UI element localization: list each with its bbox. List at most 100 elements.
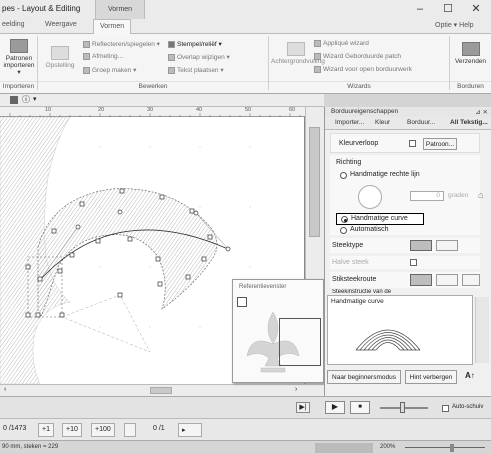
straight-line-label: Handmatige rechte lijn [350, 171, 420, 178]
afmeting-button[interactable]: Afmeting... [83, 53, 123, 60]
groep-button[interactable]: Groep maken ▾ [83, 66, 136, 74]
maximize-button[interactable]: ☐ [434, 2, 462, 16]
title-bar: pes - Layout & Editing Vormen – ☐ ✕ [0, 0, 491, 19]
open-embroidery-wizard-button[interactable]: Wizard voor open borduurwerk [314, 66, 412, 73]
patch-icon [314, 53, 321, 60]
color-step-icon[interactable] [124, 423, 136, 437]
ribbon: Patronen importeren ▾ Importeren Opstell… [0, 34, 491, 94]
angle-dial[interactable] [358, 185, 382, 209]
horizontal-scroll-thumb[interactable] [150, 387, 172, 394]
layout-icon[interactable] [10, 96, 18, 104]
horizontal-ruler: 10 20 30 40 50 60 [0, 107, 305, 117]
tab-weergave[interactable]: Weergave [45, 21, 77, 28]
tab-borduur[interactable]: Borduur... [407, 119, 435, 126]
patch-label: Wizard Geborduurde patch [323, 53, 402, 61]
patronen-importeren-button[interactable]: Patronen importeren ▾ [2, 39, 36, 76]
importeren-group: Patronen importeren ▾ Importeren [0, 36, 38, 90]
verzenden-button[interactable]: Verzenden [452, 42, 489, 65]
stitch-type-satin-button[interactable] [436, 240, 458, 251]
automatic-radio[interactable] [340, 227, 347, 234]
ribbon-tabs: eelding Weergave Vormen Optie ▾ Help [0, 19, 491, 34]
step-plus-1-button[interactable]: +1 [38, 423, 54, 437]
stitch-type-fill-button[interactable] [410, 240, 432, 251]
reference-window-title: Referentievenster [239, 284, 287, 290]
hint-title: Handmatige curve [331, 298, 384, 305]
tab-importer[interactable]: Importer... [335, 119, 364, 126]
wizards-group: Achtergrondvulling Appliqué wizard Wizar… [269, 36, 450, 90]
bewerken-group: Opstelling Reflecteren/spiegelen ▾ Afmet… [38, 36, 269, 90]
gradient-checkbox[interactable] [409, 140, 416, 147]
manual-curve-option[interactable]: Handmatige curve [336, 213, 424, 225]
hide-hint-button[interactable]: Hint verbergen [405, 370, 457, 384]
tab-kleur[interactable]: Kleur [375, 119, 390, 126]
half-stitch-checkbox[interactable] [410, 259, 417, 266]
direction-label: Richting [336, 159, 362, 166]
close-button[interactable]: ✕ [462, 2, 490, 16]
stitch-type-label: Steektype [332, 242, 364, 249]
zoom-slider[interactable] [405, 447, 485, 448]
group-caption-importeren: Importeren [0, 81, 37, 90]
manual-curve-radio[interactable] [341, 216, 348, 223]
route-label: Stiksteekroute [332, 276, 377, 283]
speed-slider-thumb[interactable] [400, 402, 405, 413]
gradient-section: Kleurverloop Patroon... [330, 133, 480, 153]
stop-button[interactable]: ■ [350, 401, 370, 414]
panel-pin-icon[interactable]: ⊿ ⨯ [475, 108, 488, 116]
stitch-type-row: Steektype [330, 238, 480, 253]
opstelling-button[interactable]: Opstelling [40, 46, 80, 69]
scroll-right-icon[interactable]: › [295, 386, 297, 393]
route-button-3[interactable] [462, 274, 480, 286]
horizontal-scrollbar[interactable]: ‹ › [0, 384, 324, 396]
overlap-label: Overlap wijzigen ▾ [177, 54, 230, 61]
send-icon [461, 42, 480, 56]
applique-icon [314, 40, 321, 47]
dropdown-icon[interactable]: ▾ [33, 95, 37, 103]
color-step-plus-button[interactable]: ▸ [178, 423, 202, 437]
next-icon[interactable]: ▶| [296, 402, 310, 413]
autoscroll-checkbox[interactable] [442, 405, 449, 412]
play-button[interactable]: ▶ [325, 401, 345, 414]
pattern-button[interactable]: Patroon... [423, 138, 457, 150]
zoom-level: 200% [380, 444, 396, 450]
hint-preview: Handmatige curve [327, 295, 473, 365]
view-region-frame[interactable] [279, 318, 321, 366]
step-plus-100-button[interactable]: +100 [91, 423, 115, 437]
degree-unit-label: graden [448, 192, 469, 199]
panel-scrollbar[interactable] [475, 297, 489, 363]
step-plus-10-button[interactable]: +10 [62, 423, 82, 437]
degree-input[interactable]: 0 [410, 191, 444, 201]
tab-weergave-prev[interactable]: eelding [2, 21, 25, 28]
beginner-mode-button[interactable]: Naar beginnersmodus [327, 370, 401, 384]
reference-window[interactable]: Referentievenster [232, 279, 324, 383]
cut-off-label: Steekinstructie van de [332, 289, 392, 294]
font-size-icon[interactable]: A↑ [465, 371, 475, 380]
scroll-left-icon[interactable]: ‹ [4, 386, 6, 393]
overlap-button[interactable]: Overlap wijzigen ▾ [168, 53, 230, 61]
stempel-button[interactable]: Stempel/reliëf ▾ [168, 40, 222, 48]
half-stitch-label: Halve steek [332, 259, 369, 266]
vertical-scroll-thumb[interactable] [309, 127, 320, 237]
tab-vormen[interactable]: Vormen [93, 19, 132, 34]
patch-wizard-button[interactable]: Wizard Geborduurde patch [314, 53, 401, 60]
straight-line-radio[interactable] [340, 172, 347, 179]
opstelling-label: Opstelling [45, 62, 75, 69]
options-help-menu[interactable]: Optie ▾ Help [435, 21, 474, 29]
overlap-icon [168, 53, 175, 61]
route-button-1[interactable] [410, 274, 432, 286]
context-tab-vormen[interactable]: Vormen [95, 0, 145, 19]
import-label: Patronen [5, 55, 33, 62]
tab-tekst[interactable]: All Tekstig... [450, 119, 488, 126]
stitch-count: 0 /1473 [3, 425, 27, 432]
tekst-plaatsen-button[interactable]: Tekst plaatsen ▾ [168, 66, 224, 74]
help-icon[interactable]: ⓘ [22, 94, 30, 105]
applique-wizard-button[interactable]: Appliqué wizard [314, 40, 369, 47]
zoom-slider-thumb[interactable] [450, 444, 454, 452]
reflect-button[interactable]: Reflecteren/spiegelen ▾ [83, 40, 160, 48]
home-icon[interactable]: ⌂ [478, 190, 483, 200]
guide-lines [61, 294, 151, 353]
minimize-button[interactable]: – [406, 2, 434, 16]
panel-title: Borduureigenschappen [331, 108, 399, 115]
route-button-2[interactable] [436, 274, 458, 286]
borduren-group: Verzenden Borduren [450, 36, 491, 90]
view-mode-icons[interactable] [315, 443, 373, 453]
